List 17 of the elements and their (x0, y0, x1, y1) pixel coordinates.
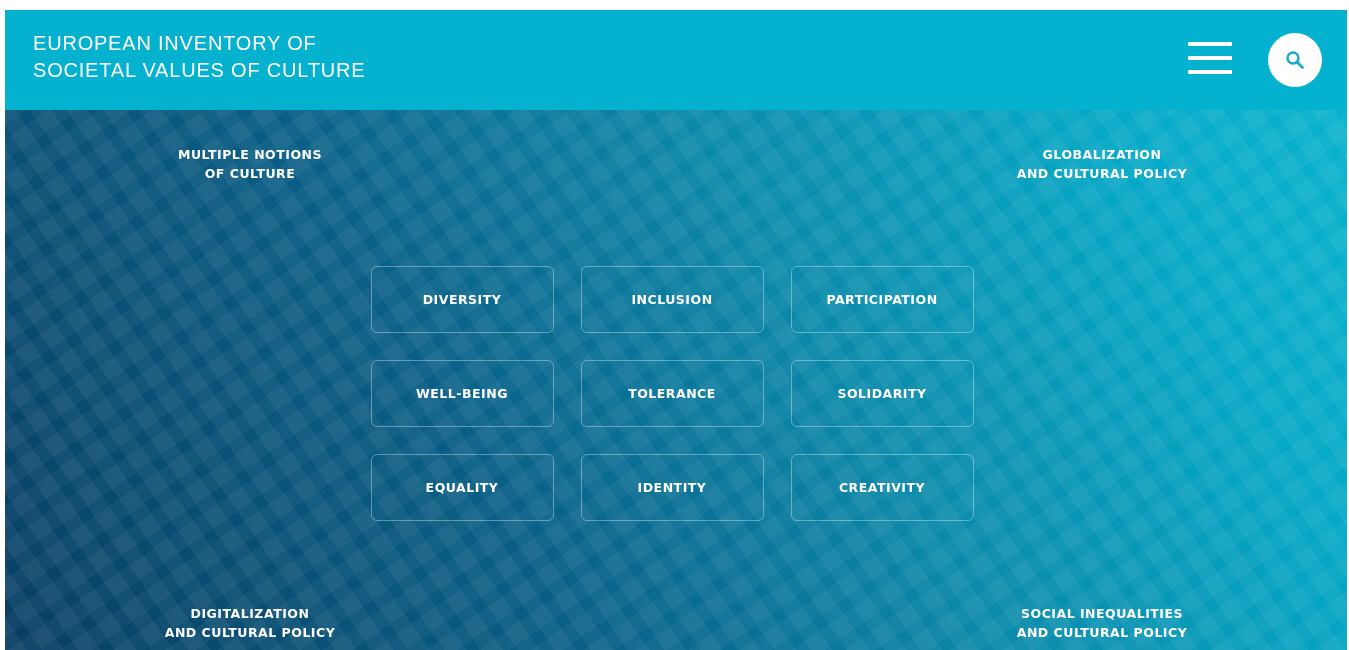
search-button[interactable] (1268, 33, 1322, 87)
menu-icon[interactable] (1188, 42, 1232, 74)
value-button[interactable]: EQUALITY (370, 454, 554, 521)
value-button[interactable]: DIVERSITY (370, 266, 554, 333)
site-title[interactable]: EUROPEAN INVENTORY OF SOCIETAL VALUES OF CULTURE (33, 30, 366, 84)
value-button[interactable]: IDENTITY (580, 454, 764, 521)
value-button[interactable]: CREATIVITY (790, 454, 974, 521)
value-button[interactable]: TOLERANCE (580, 360, 764, 427)
topic-link[interactable]: SOCIAL INEQUALITIES AND CULTURAL POLICY (1002, 604, 1202, 642)
topic-link[interactable]: MULTIPLE NOTIONS OF CULTURE (150, 145, 350, 183)
value-button[interactable]: INCLUSION (580, 266, 764, 333)
topic-link[interactable]: GLOBALIZATION AND CULTURAL POLICY (1002, 145, 1202, 183)
value-button[interactable]: SOLIDARITY (790, 360, 974, 427)
value-button[interactable]: WELL-BEING (370, 360, 554, 427)
topic-link[interactable]: DIGITALIZATION AND CULTURAL POLICY (150, 604, 350, 642)
search-icon (1285, 50, 1305, 70)
value-button[interactable]: PARTICIPATION (790, 266, 974, 333)
